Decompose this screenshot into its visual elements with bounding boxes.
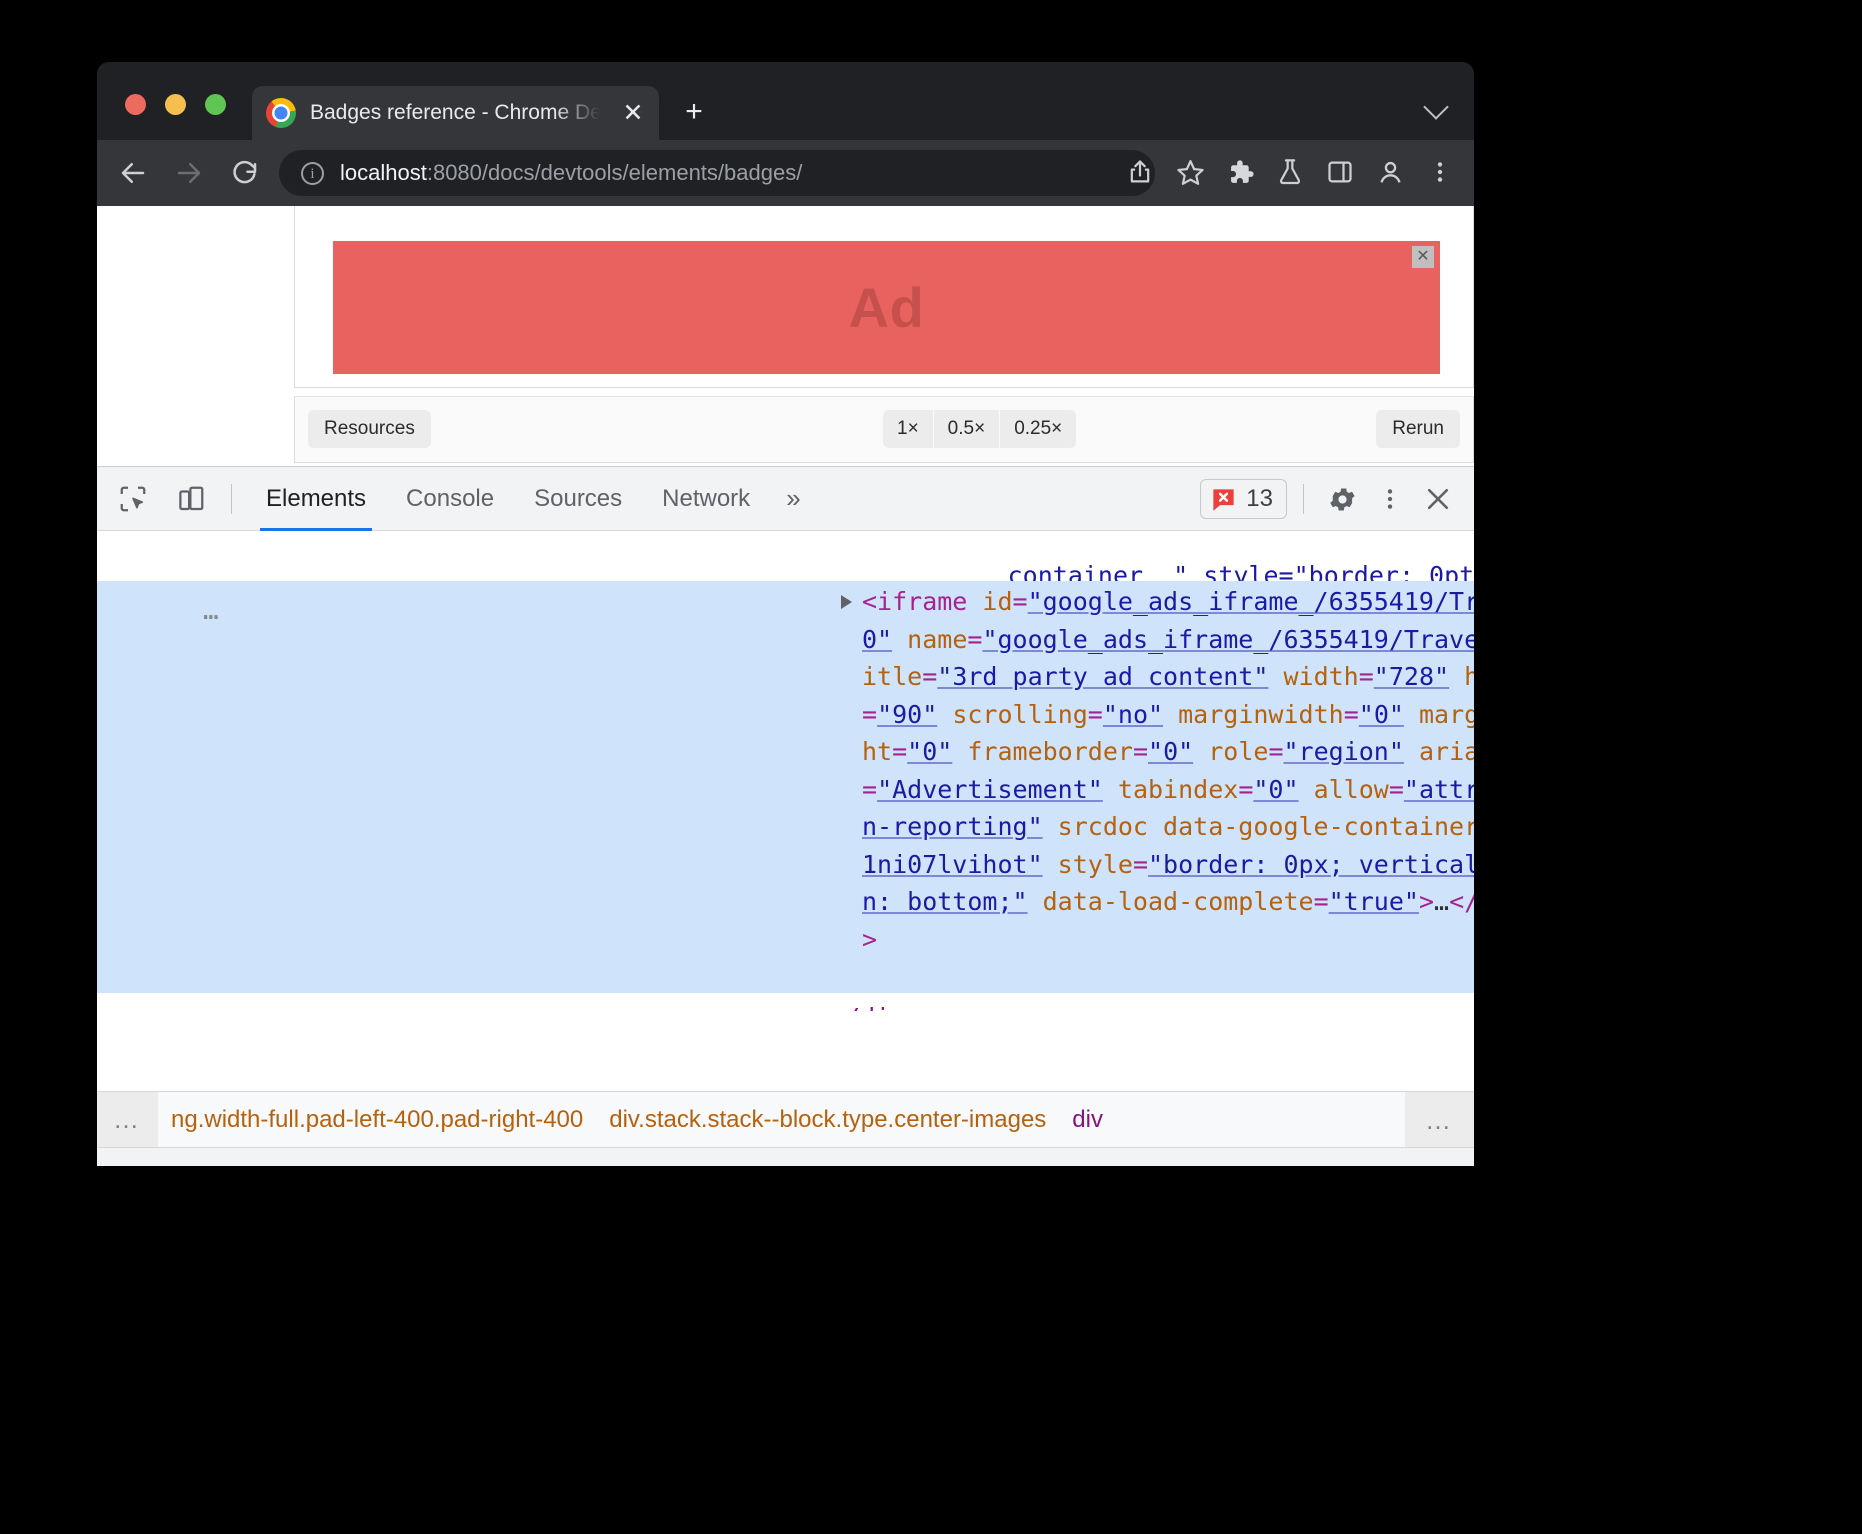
ad-banner: Ad ✕	[333, 241, 1440, 374]
window-traffic-lights	[125, 94, 226, 115]
browser-toolbar-actions	[1120, 152, 1460, 192]
close-icon[interactable]	[1416, 477, 1460, 521]
breadcrumb-overflow-left[interactable]: …	[97, 1092, 158, 1148]
tab-properties[interactable]: Properties	[659, 1148, 804, 1167]
error-count-badge[interactable]: 13	[1200, 479, 1287, 519]
browser-toolbar: i localhost:8080/docs/devtools/elements/…	[97, 140, 1474, 206]
demo-frame: Ad ✕	[294, 206, 1474, 388]
chevron-down-icon[interactable]	[1422, 94, 1452, 118]
tab-sources[interactable]: Sources	[514, 467, 642, 531]
inspect-element-icon[interactable]	[111, 477, 155, 521]
new-tab-button[interactable]: +	[677, 96, 711, 130]
extensions-icon[interactable]	[1220, 152, 1260, 192]
tab-dom-breakpoints[interactable]: DOM Breakpoints	[804, 1148, 1029, 1167]
dom-tree[interactable]: __container__" style="border: 0pt none;"…	[97, 531, 1474, 1011]
tab-properties-label: Properties	[677, 1165, 786, 1167]
url-path: :8080/docs/devtools/elements/badges/	[427, 160, 802, 185]
breadcrumb-item-1[interactable]: div.stack.stack--block.type.center-image…	[596, 1092, 1059, 1148]
devtools-toolbar: Elements Console Sources Network » 13	[97, 467, 1474, 531]
back-icon[interactable]	[113, 153, 153, 193]
window-minimize-button[interactable]	[165, 94, 186, 115]
breadcrumb: … ng.width-full.pad-left-400.pad-right-4…	[97, 1091, 1474, 1147]
zoom-0.25x-button[interactable]: 0.25×	[1000, 410, 1076, 448]
tab-strip: Badges reference - Chrome De ✕ +	[97, 62, 1474, 140]
profile-icon[interactable]	[1370, 152, 1410, 192]
device-toolbar-icon[interactable]	[169, 477, 213, 521]
tab-dom-breakpoints-label: DOM Breakpoints	[822, 1165, 1011, 1167]
site-info-icon[interactable]: i	[301, 162, 324, 185]
tab-network-label: Network	[662, 485, 750, 513]
tab-sources-label: Sources	[534, 485, 622, 513]
expand-arrow-icon[interactable]	[841, 595, 852, 609]
breadcrumb-item-2[interactable]: div	[1059, 1092, 1116, 1148]
reload-icon[interactable]	[225, 153, 265, 193]
labs-icon[interactable]	[1270, 152, 1310, 192]
tab-layout-label: Layout	[367, 1165, 439, 1167]
tab-layout[interactable]: Layout	[349, 1148, 457, 1167]
window-maximize-button[interactable]	[205, 94, 226, 115]
tab-console[interactable]: Console	[386, 467, 514, 531]
browser-window: Badges reference - Chrome De ✕ + i local…	[97, 62, 1474, 1166]
error-icon	[1210, 486, 1237, 513]
tab-close-icon[interactable]: ✕	[619, 99, 647, 127]
breadcrumb-overflow-right[interactable]: …	[1405, 1092, 1474, 1147]
ad-close-icon[interactable]: ✕	[1412, 246, 1434, 268]
tab-event-listeners[interactable]: Event Listeners	[457, 1148, 658, 1167]
tab-styles[interactable]: Styles	[248, 1148, 349, 1167]
breadcrumb-item-0[interactable]: ng.width-full.pad-left-400.pad-right-400	[158, 1092, 596, 1148]
tab-elements[interactable]: Elements	[246, 467, 386, 531]
tab-computed-label: Computed	[119, 1165, 230, 1167]
devtools-panel: Elements Console Sources Network » 13	[97, 466, 1474, 1166]
devtools-toolbar-actions: 13	[1200, 467, 1460, 531]
error-count-label: 13	[1246, 485, 1273, 513]
dom-selected-node[interactable]: … <iframe id="google_ads_iframe_/6355419…	[97, 581, 1474, 993]
sidebar-tabs: Computed Styles Layout Event Listeners P…	[97, 1147, 1474, 1166]
more-sidebar-tabs-icon[interactable]: »	[1029, 1163, 1079, 1166]
zoom-level-group: 1× 0.5× 0.25×	[883, 410, 1076, 448]
dom-line-above[interactable]: __container__" style="border: 0pt none;"…	[97, 531, 1474, 587]
window-close-button[interactable]	[125, 94, 146, 115]
tab-network[interactable]: Network	[642, 467, 770, 531]
address-bar[interactable]: i localhost:8080/docs/devtools/elements/…	[279, 150, 1155, 196]
side-panel-icon[interactable]	[1320, 152, 1360, 192]
address-bar-url: localhost:8080/docs/devtools/elements/ba…	[340, 160, 802, 186]
bookmark-star-icon[interactable]	[1170, 152, 1210, 192]
page-viewport: Ad ✕ Resources 1× 0.5× 0.25× Rerun	[97, 206, 1474, 466]
browser-menu-icon[interactable]	[1420, 152, 1460, 192]
tab-console-label: Console	[406, 485, 494, 513]
resources-button[interactable]: Resources	[308, 410, 431, 448]
tab-event-listeners-label: Event Listeners	[475, 1165, 640, 1167]
gear-icon[interactable]	[1320, 477, 1364, 521]
tab-computed[interactable]: Computed	[97, 1148, 248, 1167]
more-vertical-icon[interactable]	[1368, 477, 1412, 521]
demo-controls-bar: Resources 1× 0.5× 0.25× Rerun	[294, 396, 1474, 463]
dom-node-markup: <iframe id="google_ads_iframe_/6355419/T…	[862, 581, 1474, 958]
browser-tab-title: Badges reference - Chrome De	[310, 101, 600, 125]
dom-gutter-ellipsis[interactable]: …	[203, 593, 222, 631]
zoom-0.5x-button[interactable]: 0.5×	[934, 410, 1001, 448]
zoom-1x-button[interactable]: 1×	[883, 410, 934, 448]
share-icon[interactable]	[1120, 152, 1160, 192]
browser-tab[interactable]: Badges reference - Chrome De ✕	[252, 86, 659, 140]
tab-styles-label: Styles	[266, 1165, 331, 1167]
forward-icon[interactable]	[169, 153, 209, 193]
toolbar-divider	[231, 484, 232, 514]
tab-elements-label: Elements	[266, 485, 366, 513]
url-host: localhost	[340, 160, 427, 185]
ad-banner-label: Ad	[849, 275, 925, 340]
chrome-logo-icon	[266, 98, 296, 128]
rerun-button[interactable]: Rerun	[1376, 410, 1460, 448]
dom-closing-div[interactable]: </div>	[830, 999, 920, 1011]
more-tabs-icon[interactable]: »	[770, 483, 816, 514]
toolbar-divider-2	[1303, 484, 1304, 514]
